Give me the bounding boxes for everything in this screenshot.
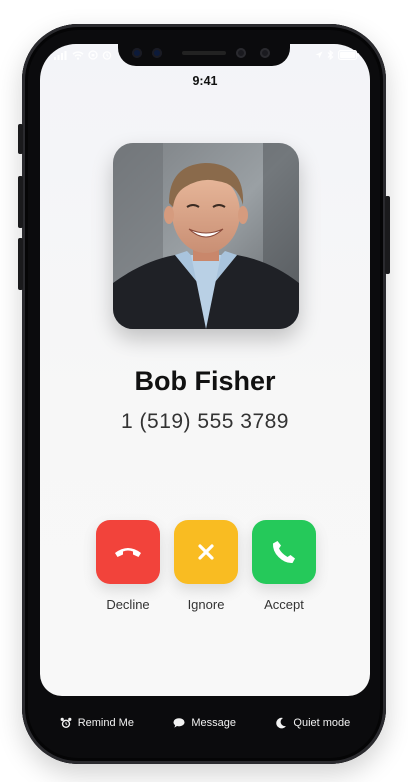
message-button[interactable]: Message bbox=[173, 717, 236, 729]
status-left bbox=[54, 44, 112, 66]
front-camera-icon bbox=[132, 48, 142, 58]
location-icon bbox=[315, 51, 323, 58]
remind-me-label: Remind Me bbox=[77, 717, 134, 729]
bottom-quick-actions: Remind Me Message Quiet mode bbox=[40, 700, 370, 746]
rotation-lock-icon bbox=[88, 50, 98, 60]
accept-label: Accept bbox=[264, 597, 304, 612]
bluetooth-icon bbox=[327, 50, 334, 60]
phone-hangup-icon bbox=[115, 548, 141, 557]
decline-button[interactable] bbox=[96, 520, 160, 584]
caller-number: 1 (519) 555 3789 bbox=[121, 410, 289, 433]
volume-down-button bbox=[18, 238, 23, 290]
notch bbox=[118, 40, 290, 66]
phone-icon bbox=[272, 541, 295, 564]
quiet-mode-label: Quiet mode bbox=[293, 717, 351, 729]
caller-avatar bbox=[113, 143, 299, 329]
speech-bubble-icon bbox=[173, 717, 185, 729]
ambient-sensor-icon bbox=[260, 48, 270, 58]
mute-switch bbox=[18, 124, 23, 154]
volume-up-button bbox=[18, 176, 23, 228]
status-right bbox=[315, 44, 360, 66]
remind-me-button[interactable]: Remind Me bbox=[60, 717, 134, 729]
message-label: Message bbox=[191, 717, 236, 729]
battery-icon bbox=[338, 50, 360, 60]
moon-icon bbox=[275, 717, 287, 729]
x-icon bbox=[198, 544, 214, 560]
signal-icon bbox=[54, 50, 67, 60]
ignore-label: Ignore bbox=[187, 597, 225, 612]
caller-name: Bob Fisher bbox=[134, 366, 276, 396]
proximity-sensor-icon bbox=[236, 48, 246, 58]
alarm-clock-icon bbox=[60, 717, 72, 729]
power-button bbox=[385, 196, 390, 274]
face-sensor-icon bbox=[152, 48, 162, 58]
earpiece-speaker bbox=[182, 51, 226, 55]
accept-button[interactable] bbox=[252, 520, 316, 584]
quiet-mode-button[interactable]: Quiet mode bbox=[275, 717, 350, 729]
status-time: 9:41 bbox=[192, 74, 218, 88]
decline-label: Decline bbox=[106, 597, 150, 612]
alarm-icon bbox=[102, 51, 112, 60]
ignore-button[interactable] bbox=[174, 520, 238, 584]
caller-photo bbox=[113, 143, 299, 329]
wifi-icon bbox=[72, 50, 84, 60]
